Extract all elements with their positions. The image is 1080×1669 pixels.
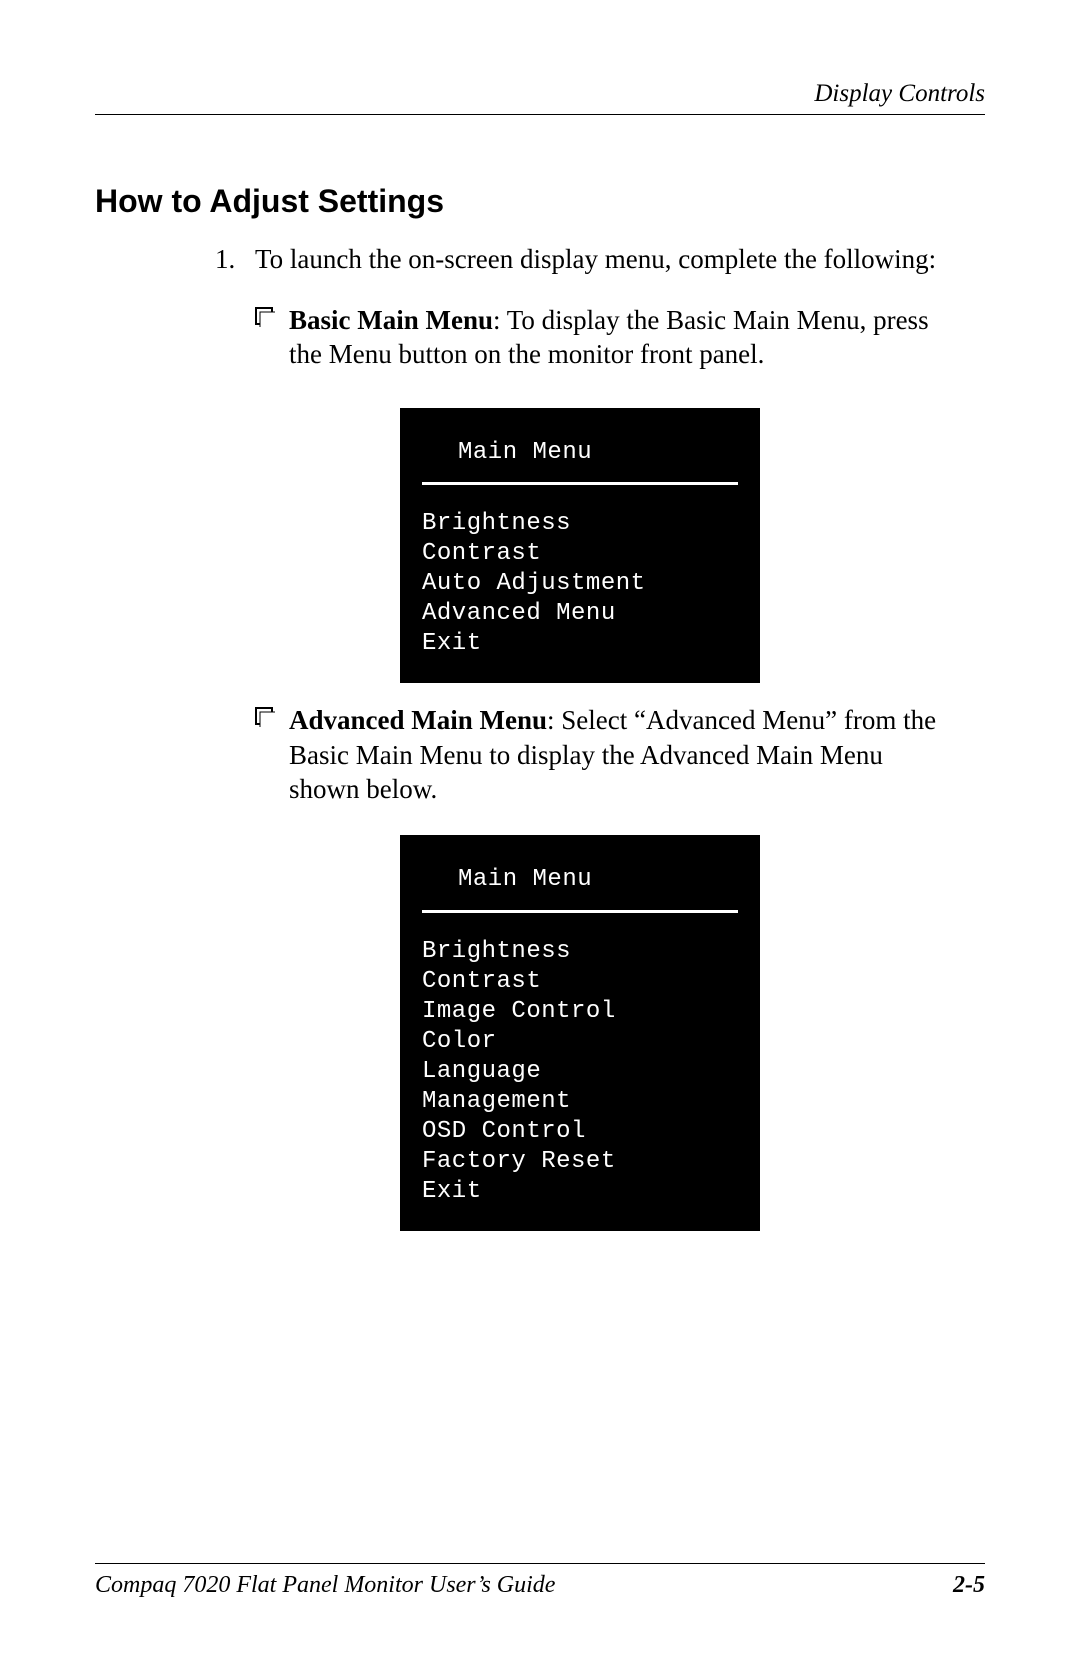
header-section-name: Display Controls: [814, 80, 985, 107]
osd-menu-item: Image Control: [422, 997, 738, 1027]
page-footer: Compaq 7020 Flat Panel Monitor User’s Gu…: [95, 1563, 985, 1599]
footer-page-number: 2-5: [953, 1572, 985, 1599]
footer-guide-title: Compaq 7020 Flat Panel Monitor User’s Gu…: [95, 1572, 555, 1599]
list-step-1: 1. To launch the on-screen display menu,…: [215, 242, 945, 277]
bullet-text: Basic Main Menu: To display the Basic Ma…: [289, 303, 945, 372]
osd-menu-item: Language: [422, 1057, 738, 1087]
osd-menu-item: OSD Control: [422, 1117, 738, 1147]
checkbox-bullet-icon: [255, 303, 289, 372]
bullet-bold-label: Basic Main Menu: [289, 305, 493, 335]
bullet-bold-label: Advanced Main Menu: [289, 705, 547, 735]
osd-advanced-menu: Main Menu Brightness Contrast Image Cont…: [400, 835, 760, 1231]
osd-menu-item: Brightness: [422, 937, 738, 967]
step-number: 1.: [215, 242, 255, 277]
osd-menu-item: Exit: [422, 1177, 738, 1207]
step-text: To launch the on-screen display menu, co…: [255, 242, 945, 277]
osd-menu-item: Contrast: [422, 967, 738, 997]
osd-title: Main Menu: [422, 438, 738, 483]
bullet-text: Advanced Main Menu: Select “Advanced Men…: [289, 703, 945, 807]
osd-basic-figure: Main Menu Brightness Contrast Auto Adjus…: [215, 408, 945, 684]
osd-menu-item: Color: [422, 1027, 738, 1057]
osd-advanced-list: Brightness Contrast Image Control Color …: [422, 937, 738, 1207]
page: Display Controls How to Adjust Settings …: [0, 0, 1080, 1669]
osd-menu-item: Auto Adjustment: [422, 569, 738, 599]
osd-menu-item: Management: [422, 1087, 738, 1117]
osd-basic-list: Brightness Contrast Auto Adjustment Adva…: [422, 509, 738, 659]
osd-menu-item: Factory Reset: [422, 1147, 738, 1177]
checkbox-bullet-icon: [255, 703, 289, 807]
osd-menu-item: Exit: [422, 629, 738, 659]
osd-basic-menu: Main Menu Brightness Contrast Auto Adjus…: [400, 408, 760, 684]
osd-advanced-figure: Main Menu Brightness Contrast Image Cont…: [215, 835, 945, 1231]
bullet-basic-main-menu: Basic Main Menu: To display the Basic Ma…: [255, 303, 945, 372]
osd-divider: [422, 910, 738, 913]
ordered-list: 1. To launch the on-screen display menu,…: [215, 242, 945, 1231]
page-header: Display Controls: [95, 80, 985, 115]
osd-divider: [422, 482, 738, 485]
bullet-advanced-main-menu: Advanced Main Menu: Select “Advanced Men…: [255, 703, 945, 807]
osd-menu-item: Advanced Menu: [422, 599, 738, 629]
osd-menu-item: Brightness: [422, 509, 738, 539]
osd-title: Main Menu: [422, 865, 738, 910]
section-title: How to Adjust Settings: [95, 183, 985, 220]
osd-menu-item: Contrast: [422, 539, 738, 569]
